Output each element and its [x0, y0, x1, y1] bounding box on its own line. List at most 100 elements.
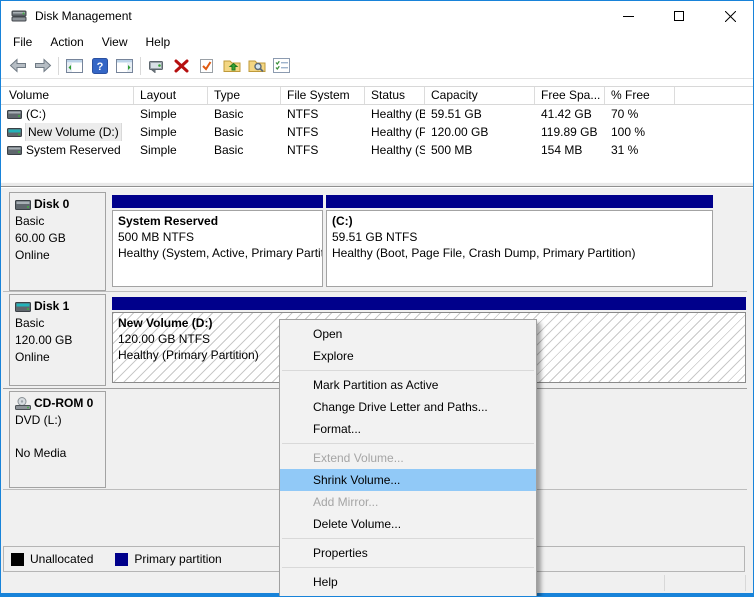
partition-size: 500 MB NTFS	[118, 229, 317, 245]
disk1-status: Online	[15, 349, 100, 366]
cell-capacity: 500 MB	[425, 141, 535, 159]
close-button[interactable]	[716, 1, 744, 31]
menu-item-delete-volume[interactable]: Delete Volume...	[280, 513, 536, 535]
disk-management-window: Disk Management File Action View Help ?	[0, 0, 754, 597]
cell-file-system: NTFS	[281, 105, 365, 123]
cell-type: Basic	[208, 141, 281, 159]
minimize-button[interactable]	[614, 1, 642, 31]
disk-icon	[15, 200, 31, 210]
cell-layout: Simple	[134, 141, 208, 159]
cell-pct-free: 31 %	[605, 141, 675, 159]
forward-icon[interactable]	[30, 55, 55, 77]
check-mark-document-icon[interactable]	[194, 55, 219, 77]
table-row-c-drive[interactable]: (C:) Simple Basic NTFS Healthy (B... 59.…	[1, 105, 753, 123]
partition-title: (C:)	[332, 213, 707, 229]
window-title: Disk Management	[35, 1, 132, 31]
properties-list-icon[interactable]	[269, 55, 294, 77]
column-header-type[interactable]: Type	[208, 87, 281, 104]
cdrom0-name: CD-ROM 0	[34, 395, 93, 412]
cell-pct-free: 100 %	[605, 123, 675, 141]
column-header-free-space[interactable]: Free Spa...	[535, 87, 605, 104]
cdrom0-status: No Media	[15, 445, 100, 462]
cell-free-space: 154 MB	[535, 141, 605, 159]
disk0-status: Online	[15, 247, 100, 264]
column-header-status[interactable]: Status	[365, 87, 425, 104]
menu-bar: File Action View Help	[1, 31, 753, 53]
folder-search-icon[interactable]	[244, 55, 269, 77]
show-console-tree-icon[interactable]	[62, 55, 87, 77]
toolbar: ?	[1, 53, 753, 79]
partition-header-bar	[326, 195, 713, 208]
maximize-button[interactable]	[665, 1, 693, 31]
cell-free-space: 119.89 GB	[535, 123, 605, 141]
maximize-icon	[674, 11, 684, 21]
menu-item-shrink-volume[interactable]: Shrink Volume...	[280, 469, 536, 491]
column-header-volume[interactable]: Volume	[3, 87, 134, 104]
show-action-pane-icon[interactable]	[112, 55, 137, 77]
legend-swatch-primary-partition	[115, 553, 128, 566]
disk1-kind: Basic	[15, 315, 100, 332]
menu-item-open[interactable]: Open	[280, 323, 536, 345]
partition-size: 59.51 GB NTFS	[332, 229, 707, 245]
menu-view[interactable]: View	[93, 31, 137, 53]
cell-capacity: 59.51 GB	[425, 105, 535, 123]
back-icon[interactable]	[5, 55, 30, 77]
status-divider	[745, 575, 746, 591]
partition-system-reserved[interactable]: System Reserved 500 MB NTFS Healthy (Sys…	[112, 195, 323, 287]
menu-help[interactable]: Help	[137, 31, 180, 53]
menu-item-format[interactable]: Format...	[280, 418, 536, 440]
volume-name: (C:)	[26, 105, 46, 123]
column-header-capacity[interactable]: Capacity	[425, 87, 535, 104]
app-drive-icon	[11, 8, 27, 27]
disk0-kind: Basic	[15, 213, 100, 230]
disk0-label-panel[interactable]: Disk 0 Basic 60.00 GB Online	[9, 192, 106, 291]
volume-drive-icon	[7, 128, 22, 137]
partition-context-menu: Open Explore Mark Partition as Active Ch…	[279, 319, 537, 597]
menu-item-extend-volume[interactable]: Extend Volume...	[280, 447, 536, 469]
menu-item-mark-partition-active[interactable]: Mark Partition as Active	[280, 374, 536, 396]
minimize-icon	[623, 16, 634, 17]
menu-separator	[282, 567, 534, 568]
menu-separator	[282, 538, 534, 539]
cell-capacity: 120.00 GB	[425, 123, 535, 141]
pane-splitter[interactable]	[1, 182, 753, 187]
folder-up-icon[interactable]	[219, 55, 244, 77]
volume-list-header: Volume Layout Type File System Status Ca…	[1, 86, 753, 105]
table-row-system-reserved[interactable]: System Reserved Simple Basic NTFS Health…	[1, 141, 753, 159]
svg-text:?: ?	[96, 61, 103, 73]
disk0-size: 60.00 GB	[15, 230, 100, 247]
column-header-pct-free[interactable]: % Free	[605, 87, 675, 104]
toolbar-separator	[58, 57, 59, 75]
partition-c-drive[interactable]: (C:) 59.51 GB NTFS Healthy (Boot, Page F…	[326, 195, 713, 287]
volume-name: System Reserved	[26, 141, 121, 159]
delete-icon[interactable]	[169, 55, 194, 77]
menu-item-add-mirror[interactable]: Add Mirror...	[280, 491, 536, 513]
menu-item-help[interactable]: Help	[280, 571, 536, 593]
cell-free-space: 41.42 GB	[535, 105, 605, 123]
cd-rom-icon	[15, 397, 31, 410]
cell-file-system: NTFS	[281, 123, 365, 141]
legend-swatch-unallocated	[11, 553, 24, 566]
menu-item-change-drive-letter[interactable]: Change Drive Letter and Paths...	[280, 396, 536, 418]
disk1-label-panel[interactable]: Disk 1 Basic 120.00 GB Online	[9, 294, 106, 386]
volume-drive-icon	[7, 110, 22, 119]
cdrom0-label-panel[interactable]: CD-ROM 0 DVD (L:) No Media	[9, 391, 106, 488]
title-bar: Disk Management	[1, 1, 753, 31]
menu-file[interactable]: File	[4, 31, 41, 53]
popup-window-icon[interactable]	[144, 55, 169, 77]
table-row-new-volume-d[interactable]: New Volume (D:) Simple Basic NTFS Health…	[1, 123, 753, 141]
column-header-layout[interactable]: Layout	[134, 87, 208, 104]
cell-layout: Simple	[134, 105, 208, 123]
close-icon	[725, 11, 736, 22]
menu-action[interactable]: Action	[41, 31, 92, 53]
column-header-file-system[interactable]: File System	[281, 87, 365, 104]
toolbar-separator	[140, 57, 141, 75]
menu-separator	[282, 370, 534, 371]
cell-status: Healthy (B...	[365, 105, 425, 123]
help-icon[interactable]: ?	[87, 55, 112, 77]
cell-status: Healthy (P...	[365, 123, 425, 141]
disk1-name: Disk 1	[34, 298, 69, 315]
partition-header-bar	[112, 297, 746, 310]
menu-item-properties[interactable]: Properties	[280, 542, 536, 564]
menu-item-explore[interactable]: Explore	[280, 345, 536, 367]
